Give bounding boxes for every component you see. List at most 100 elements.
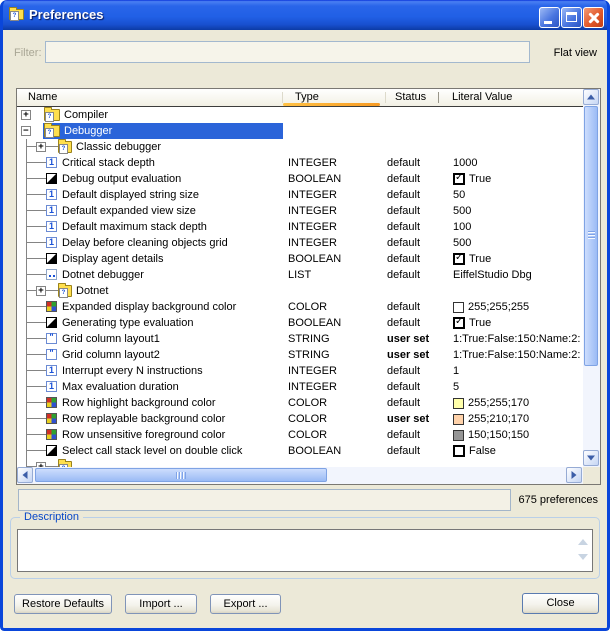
color-icon	[46, 413, 57, 424]
preference-row[interactable]: Debug output evaluationBOOLEANdefaultTru…	[17, 171, 583, 187]
preference-row[interactable]: Max evaluation durationINTEGERdefault5	[17, 379, 583, 395]
title-bar[interactable]: ? Preferences	[0, 0, 610, 30]
folder-icon: ?	[58, 461, 72, 467]
tree-connector	[26, 450, 46, 451]
preference-row[interactable]: Grid column layout1STRINGuser set1:True:…	[17, 331, 583, 347]
expand-toggle-icon[interactable]: +	[21, 110, 31, 120]
column-separator	[282, 92, 283, 103]
checkbox-icon[interactable]	[453, 317, 465, 329]
tree-connector	[26, 306, 46, 307]
row-type: INTEGER	[288, 365, 337, 377]
tree-connector	[26, 370, 46, 371]
row-status: user set	[387, 413, 429, 425]
row-name: Select call stack level on double click	[62, 445, 242, 457]
preference-row[interactable]: Generating type evaluationBOOLEANdefault…	[17, 315, 583, 331]
preference-row[interactable]: Interrupt every N instructionsINTEGERdef…	[17, 363, 583, 379]
import-button[interactable]: Import ...	[125, 594, 197, 614]
preference-row[interactable]: Dotnet debuggerLISTdefaultEiffelStudio D…	[17, 267, 583, 283]
row-status: default	[387, 397, 420, 409]
preference-row[interactable]: Default maximum stack depthINTEGERdefaul…	[17, 219, 583, 235]
preference-row[interactable]: Default expanded view sizeINTEGERdefault…	[17, 203, 583, 219]
row-status: default	[387, 189, 420, 201]
column-header-literal-value[interactable]: Literal Value	[452, 91, 512, 103]
preference-row[interactable]: Display agent detailsBOOLEANdefaultTrue	[17, 251, 583, 267]
preference-row[interactable]: Row unsensitive foreground colorCOLORdef…	[17, 427, 583, 443]
minimize-button[interactable]	[539, 7, 560, 28]
tree-folder-row[interactable]: +?	[17, 459, 583, 467]
expand-toggle-icon[interactable]: +	[36, 286, 46, 296]
tree-connector	[26, 146, 36, 147]
expand-toggle-icon[interactable]: +	[36, 142, 46, 152]
row-literal-value: 100	[453, 219, 471, 235]
row-name: Generating type evaluation	[62, 317, 193, 329]
tree-connector	[26, 210, 46, 211]
export-button[interactable]: Export ...	[210, 594, 281, 614]
column-header-status[interactable]: Status	[395, 91, 426, 103]
boolean-icon	[46, 253, 57, 264]
tree-connector	[26, 402, 46, 403]
preference-row[interactable]: Row replayable background colorCOLORuser…	[17, 411, 583, 427]
row-literal-value: EiffelStudio Dbg	[453, 267, 532, 283]
row-name: Debug output evaluation	[62, 173, 181, 185]
checkbox-icon[interactable]	[453, 253, 465, 265]
scroll-right-button[interactable]	[566, 467, 582, 483]
preference-row[interactable]: Critical stack depthINTEGERdefault1000	[17, 155, 583, 171]
row-literal-value: False	[453, 443, 496, 459]
tree-folder-row[interactable]: +?Dotnet	[17, 283, 583, 299]
color-swatch	[453, 398, 464, 409]
row-type: COLOR	[288, 301, 327, 313]
collapse-toggle-icon[interactable]: −	[21, 126, 31, 136]
string-icon	[46, 333, 57, 344]
preference-row[interactable]: Delay before cleaning objects gridINTEGE…	[17, 235, 583, 251]
preference-row[interactable]: Select call stack level on double clickB…	[17, 443, 583, 459]
flat-view-toggle[interactable]: Flat view	[554, 47, 597, 59]
checkbox-icon[interactable]	[453, 173, 465, 185]
integer-icon	[46, 157, 57, 168]
row-name: Classic debugger	[76, 141, 161, 153]
tree-connector	[46, 290, 58, 291]
vertical-scroll-thumb[interactable]	[584, 106, 598, 366]
scroll-down-button[interactable]	[583, 450, 599, 466]
horizontal-scroll-thumb[interactable]	[35, 468, 327, 482]
scroll-up-button[interactable]	[583, 89, 599, 105]
preference-row[interactable]: Row highlight background colorCOLORdefau…	[17, 395, 583, 411]
grid-header: Name Type Status Literal Value	[17, 89, 583, 107]
row-type: BOOLEAN	[288, 317, 341, 329]
folder-icon: ?	[58, 285, 72, 297]
expand-toggle-icon[interactable]: +	[36, 462, 46, 467]
preference-row[interactable]: Grid column layout2STRINGuser set1:True:…	[17, 347, 583, 363]
preference-row[interactable]: Expanded display background colorCOLORde…	[17, 299, 583, 315]
vertical-scrollbar[interactable]	[583, 89, 600, 467]
tree-folder-row[interactable]: −?Debugger	[17, 123, 583, 139]
row-type: INTEGER	[288, 157, 337, 169]
checkbox-icon[interactable]	[453, 445, 465, 457]
preference-row[interactable]: Default displayed string sizeINTEGERdefa…	[17, 187, 583, 203]
scroll-left-button[interactable]	[17, 467, 33, 483]
tree-connector	[26, 194, 46, 195]
tree-folder-row[interactable]: +?Compiler	[17, 107, 583, 123]
column-header-name[interactable]: Name	[28, 91, 57, 103]
integer-icon	[46, 221, 57, 232]
column-header-type[interactable]: Type	[295, 91, 319, 103]
close-button[interactable]: Close	[522, 593, 599, 614]
close-window-button[interactable]	[583, 7, 604, 28]
row-name: Debugger	[64, 125, 112, 137]
tree-connector	[46, 146, 58, 147]
color-icon	[46, 301, 57, 312]
restore-defaults-button[interactable]: Restore Defaults	[14, 594, 112, 614]
row-type: BOOLEAN	[288, 173, 341, 185]
horizontal-scrollbar[interactable]	[17, 467, 583, 484]
maximize-button[interactable]	[561, 7, 582, 28]
column-separator	[385, 92, 386, 103]
filter-input[interactable]	[45, 41, 530, 63]
integer-icon	[46, 205, 57, 216]
description-textarea[interactable]	[17, 529, 593, 572]
tree-folder-row[interactable]: +?Classic debugger	[17, 139, 583, 155]
row-name: Compiler	[64, 109, 108, 121]
row-status: default	[387, 253, 420, 265]
row-type: COLOR	[288, 429, 327, 441]
tree-connector	[26, 338, 46, 339]
scroll-left-icon	[23, 471, 28, 479]
row-status: default	[387, 445, 420, 457]
row-type: INTEGER	[288, 237, 337, 249]
